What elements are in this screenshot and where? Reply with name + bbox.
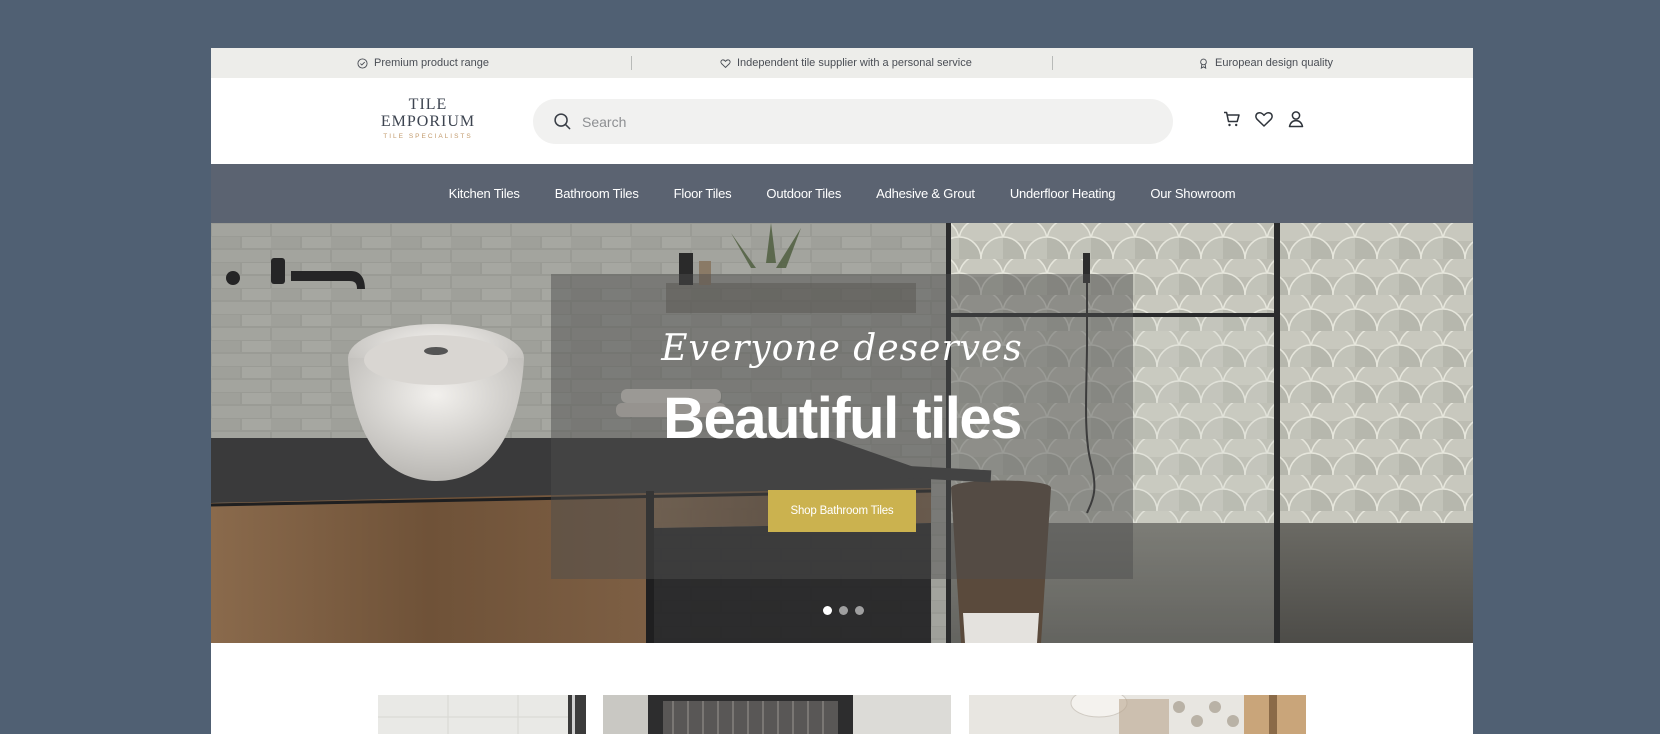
heart-icon: [1255, 112, 1273, 127]
usp-item: European design quality: [1198, 48, 1333, 78]
hero-banner: Everyone deserves Beautiful tiles Shop B…: [211, 223, 1473, 643]
award-ribbon-icon: [1200, 58, 1207, 69]
search-icon[interactable]: [553, 112, 572, 131]
usp-item: Premium product range: [357, 48, 489, 78]
carousel-dots: [823, 606, 864, 615]
nav-item-our-showroom[interactable]: Our Showroom: [1150, 186, 1235, 201]
usp-text: Premium product range: [374, 57, 489, 69]
site-logo[interactable]: TILE EMPORIUM TILE SPECIALISTS: [378, 97, 478, 145]
heart-icon: [720, 58, 731, 68]
nav-item-outdoor-tiles[interactable]: Outdoor Tiles: [766, 186, 841, 201]
logo-line-2: EMPORIUM: [380, 113, 476, 130]
nav-item-adhesive-grout[interactable]: Adhesive & Grout: [876, 186, 975, 201]
nav-item-kitchen-tiles[interactable]: Kitchen Tiles: [449, 186, 520, 201]
site-header: TILE EMPORIUM TILE SPECIALISTS: [211, 78, 1473, 164]
hero-title: Beautiful tiles: [663, 386, 1022, 451]
cart-icon: [1224, 111, 1240, 127]
search-input[interactable]: [582, 99, 1142, 144]
category-card-image: [603, 695, 951, 734]
divider: [1052, 56, 1053, 70]
carousel-dot[interactable]: [823, 606, 832, 615]
usp-text: European design quality: [1215, 57, 1334, 69]
logo-line-1: TILE: [408, 96, 448, 113]
category-card[interactable]: [603, 695, 951, 734]
website-frame: Premium product range Independent tile s…: [211, 48, 1473, 734]
shop-bathroom-tiles-button[interactable]: Shop Bathroom Tiles: [768, 490, 916, 532]
usp-item: Independent tile supplier with a persona…: [720, 48, 972, 78]
nav-item-floor-tiles[interactable]: Floor Tiles: [674, 186, 732, 201]
wishlist-button[interactable]: [1254, 109, 1274, 129]
nav-item-bathroom-tiles[interactable]: Bathroom Tiles: [555, 186, 639, 201]
cart-button[interactable]: [1222, 109, 1242, 129]
main-nav: Kitchen Tiles Bathroom Tiles Floor Tiles…: [211, 164, 1473, 223]
nav-item-underfloor-heating[interactable]: Underfloor Heating: [1010, 186, 1116, 201]
logo-tagline: TILE SPECIALISTS: [383, 133, 473, 140]
account-button[interactable]: [1286, 109, 1306, 129]
category-card-image: [969, 695, 1306, 734]
category-card[interactable]: [378, 695, 586, 734]
user-icon: [1288, 111, 1304, 128]
hero-script-text: Everyone deserves: [661, 328, 1023, 369]
carousel-dot[interactable]: [855, 606, 864, 615]
usp-bar: Premium product range Independent tile s…: [211, 48, 1473, 78]
check-circle-icon: [357, 57, 368, 69]
divider: [631, 56, 632, 70]
usp-text: Independent tile supplier with a persona…: [737, 57, 972, 69]
search-bar: [533, 99, 1173, 144]
category-card-image: [378, 695, 586, 734]
category-card[interactable]: [969, 695, 1306, 734]
carousel-dot[interactable]: [839, 606, 848, 615]
